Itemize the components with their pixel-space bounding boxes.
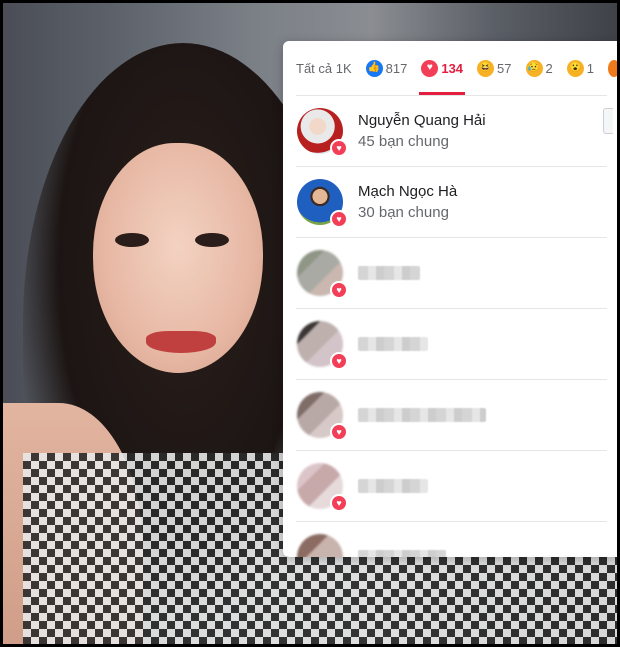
list-item[interactable]: ♥ xyxy=(296,237,607,308)
tab-love[interactable]: ♥ 134 xyxy=(419,41,465,95)
wow-icon: 😮 xyxy=(566,59,584,77)
reaction-tabs: Tất cả 1K 👍 817 ♥ 134 😆 57 😥 2 😮 1 xyxy=(283,41,620,95)
list-item[interactable] xyxy=(296,521,607,557)
blurred-name xyxy=(358,337,428,351)
avatar[interactable]: ♥ xyxy=(297,392,348,441)
like-icon: 👍 xyxy=(365,59,383,77)
reactions-list: ♥ Nguyễn Quang Hải 45 bạn chung ♥ Mạch N… xyxy=(283,95,620,557)
tab-sad-count: 2 xyxy=(545,60,553,76)
tab-like-count: 817 xyxy=(385,60,408,76)
avatar[interactable]: ♥ xyxy=(297,108,348,157)
mutual-friends[interactable]: 45 bạn chung xyxy=(358,133,486,150)
blurred-name xyxy=(358,479,428,493)
add-friend-button[interactable] xyxy=(603,108,613,134)
blurred-name xyxy=(358,266,420,280)
reactions-dialog: Tất cả 1K 👍 817 ♥ 134 😆 57 😥 2 😮 1 ♥ Ngu… xyxy=(283,41,620,557)
sad-icon: 😥 xyxy=(525,59,543,77)
mutual-friends[interactable]: 30 bạn chung xyxy=(358,204,457,221)
person-name[interactable]: Mạch Ngọc Hà xyxy=(358,183,457,200)
photo-eye-left xyxy=(115,233,149,247)
love-badge-icon: ♥ xyxy=(330,139,348,157)
love-badge-icon: ♥ xyxy=(330,281,348,299)
tab-haha[interactable]: 😆 57 xyxy=(477,41,512,95)
love-badge-icon: ♥ xyxy=(330,352,348,370)
photo-eye-right xyxy=(195,233,229,247)
photo-lips xyxy=(146,331,216,353)
blurred-name xyxy=(358,550,446,557)
tab-more[interactable] xyxy=(607,41,620,95)
tab-wow-count: 1 xyxy=(586,60,594,76)
haha-icon: 😆 xyxy=(477,59,495,77)
tab-love-count: 134 xyxy=(441,60,464,76)
tab-all[interactable]: Tất cả 1K xyxy=(296,41,352,95)
list-item[interactable]: ♥ xyxy=(296,450,607,521)
avatar[interactable]: ♥ xyxy=(297,321,348,370)
tab-all-label: Tất cả 1K xyxy=(296,60,352,76)
avatar-image xyxy=(297,534,343,557)
list-item[interactable]: ♥ xyxy=(296,308,607,379)
tab-wow[interactable]: 😮 1 xyxy=(566,41,594,95)
avatar[interactable]: ♥ xyxy=(297,179,348,228)
avatar[interactable]: ♥ xyxy=(297,463,348,512)
avatar[interactable]: ♥ xyxy=(297,250,348,299)
blurred-name xyxy=(358,408,486,422)
list-item[interactable]: ♥ xyxy=(296,379,607,450)
more-reactions-icon xyxy=(607,59,620,77)
tab-haha-count: 57 xyxy=(497,60,512,76)
tab-like[interactable]: 👍 817 xyxy=(365,41,408,95)
love-badge-icon: ♥ xyxy=(330,210,348,228)
tab-sad[interactable]: 😥 2 xyxy=(525,41,553,95)
love-badge-icon: ♥ xyxy=(330,423,348,441)
list-item[interactable]: ♥ Nguyễn Quang Hải 45 bạn chung xyxy=(296,95,613,166)
love-icon: ♥ xyxy=(421,59,439,77)
person-name[interactable]: Nguyễn Quang Hải xyxy=(358,112,486,129)
love-badge-icon: ♥ xyxy=(330,494,348,512)
list-item[interactable]: ♥ Mạch Ngọc Hà 30 bạn chung xyxy=(296,166,607,237)
avatar[interactable] xyxy=(297,534,343,557)
